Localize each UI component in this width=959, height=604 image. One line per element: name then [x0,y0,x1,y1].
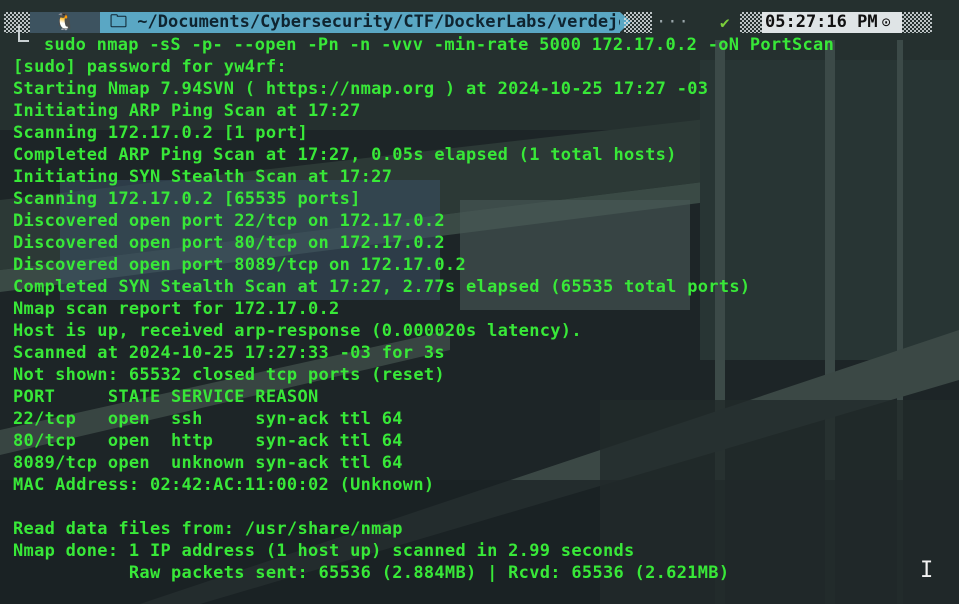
port-table-header: PORT STATE SERVICE REASON [13,387,319,407]
prompt-dither-time-left [740,12,762,33]
folder-icon: 🗀 [110,12,138,32]
output-line: Not shown: 65532 closed tcp ports (reset… [13,365,445,385]
status-check-icon: ✔ [720,13,730,32]
output-line: Scanning 172.17.0.2 [65535 ports] [13,189,361,209]
clock-icon: ⊙ [881,13,891,31]
output-line: Completed SYN Stealth Scan at 17:27, 2.7… [13,277,751,297]
current-directory: ~/Documents/Cybersecurity/CTF/DockerLabs… [137,12,629,32]
prompt-filler-dots: ··· [656,12,690,32]
command-line[interactable]: sudo nmap -sS -p- --open -Pn -n -vvv -mi… [44,34,834,56]
output-line: Discovered open port 22/tcp on 172.17.0.… [13,211,445,231]
output-line: Raw packets sent: 65536 (2.884MB) | Rcvd… [13,563,730,583]
text-cursor-icon: I [920,558,934,583]
prompt-corner-glyph [18,26,29,42]
prompt-dither-right [902,12,932,33]
output-line: MAC Address: 02:42:AC:11:00:02 (Unknown) [13,475,435,495]
output-line: Nmap scan report for 172.17.0.2 [13,299,340,319]
output-line: Host is up, received arp-response (0.000… [13,321,582,341]
output-line: Starting Nmap 7.94SVN ( https://nmap.org… [13,79,709,99]
output-line: Initiating ARP Ping Scan at 17:27 [13,101,361,121]
output-line: Nmap done: 1 IP address (1 host up) scan… [13,541,635,561]
output-line: Read data files from: /usr/share/nmap [13,519,403,539]
powerline-prompt: 🐧 🗀 ~/Documents/Cybersecurity/CTF/Docker… [0,10,959,34]
linux-tux-icon: 🐧 [30,12,100,33]
prompt-time: 05:27:16 PM [765,12,878,32]
output-line: Discovered open port 8089/tcp on 172.17.… [13,255,466,275]
prompt-path-segment: 🗀 ~/Documents/Cybersecurity/CTF/DockerLa… [100,12,629,33]
prompt-dither-mid [624,12,652,33]
port-table-row: 22/tcp open ssh syn-ack ttl 64 [13,409,403,429]
output-line: [sudo] password for yw4rf: [13,57,287,77]
prompt-time-segment: 05:27:16 PM ⊙ [762,12,902,33]
output-line: Initiating SYN Stealth Scan at 17:27 [13,167,393,187]
output-line: Discovered open port 80/tcp on 172.17.0.… [13,233,445,253]
port-table-row: 80/tcp open http syn-ack ttl 64 [13,431,403,451]
port-table-row: 8089/tcp open unknown syn-ack ttl 64 [13,453,403,473]
output-line: Completed ARP Ping Scan at 17:27, 0.05s … [13,145,677,165]
terminal-window[interactable]: 🐧 🗀 ~/Documents/Cybersecurity/CTF/Docker… [0,0,959,604]
output-line: Scanned at 2024-10-25 17:27:33 -03 for 3… [13,343,445,363]
output-line: Scanning 172.17.0.2 [1 port] [13,123,308,143]
